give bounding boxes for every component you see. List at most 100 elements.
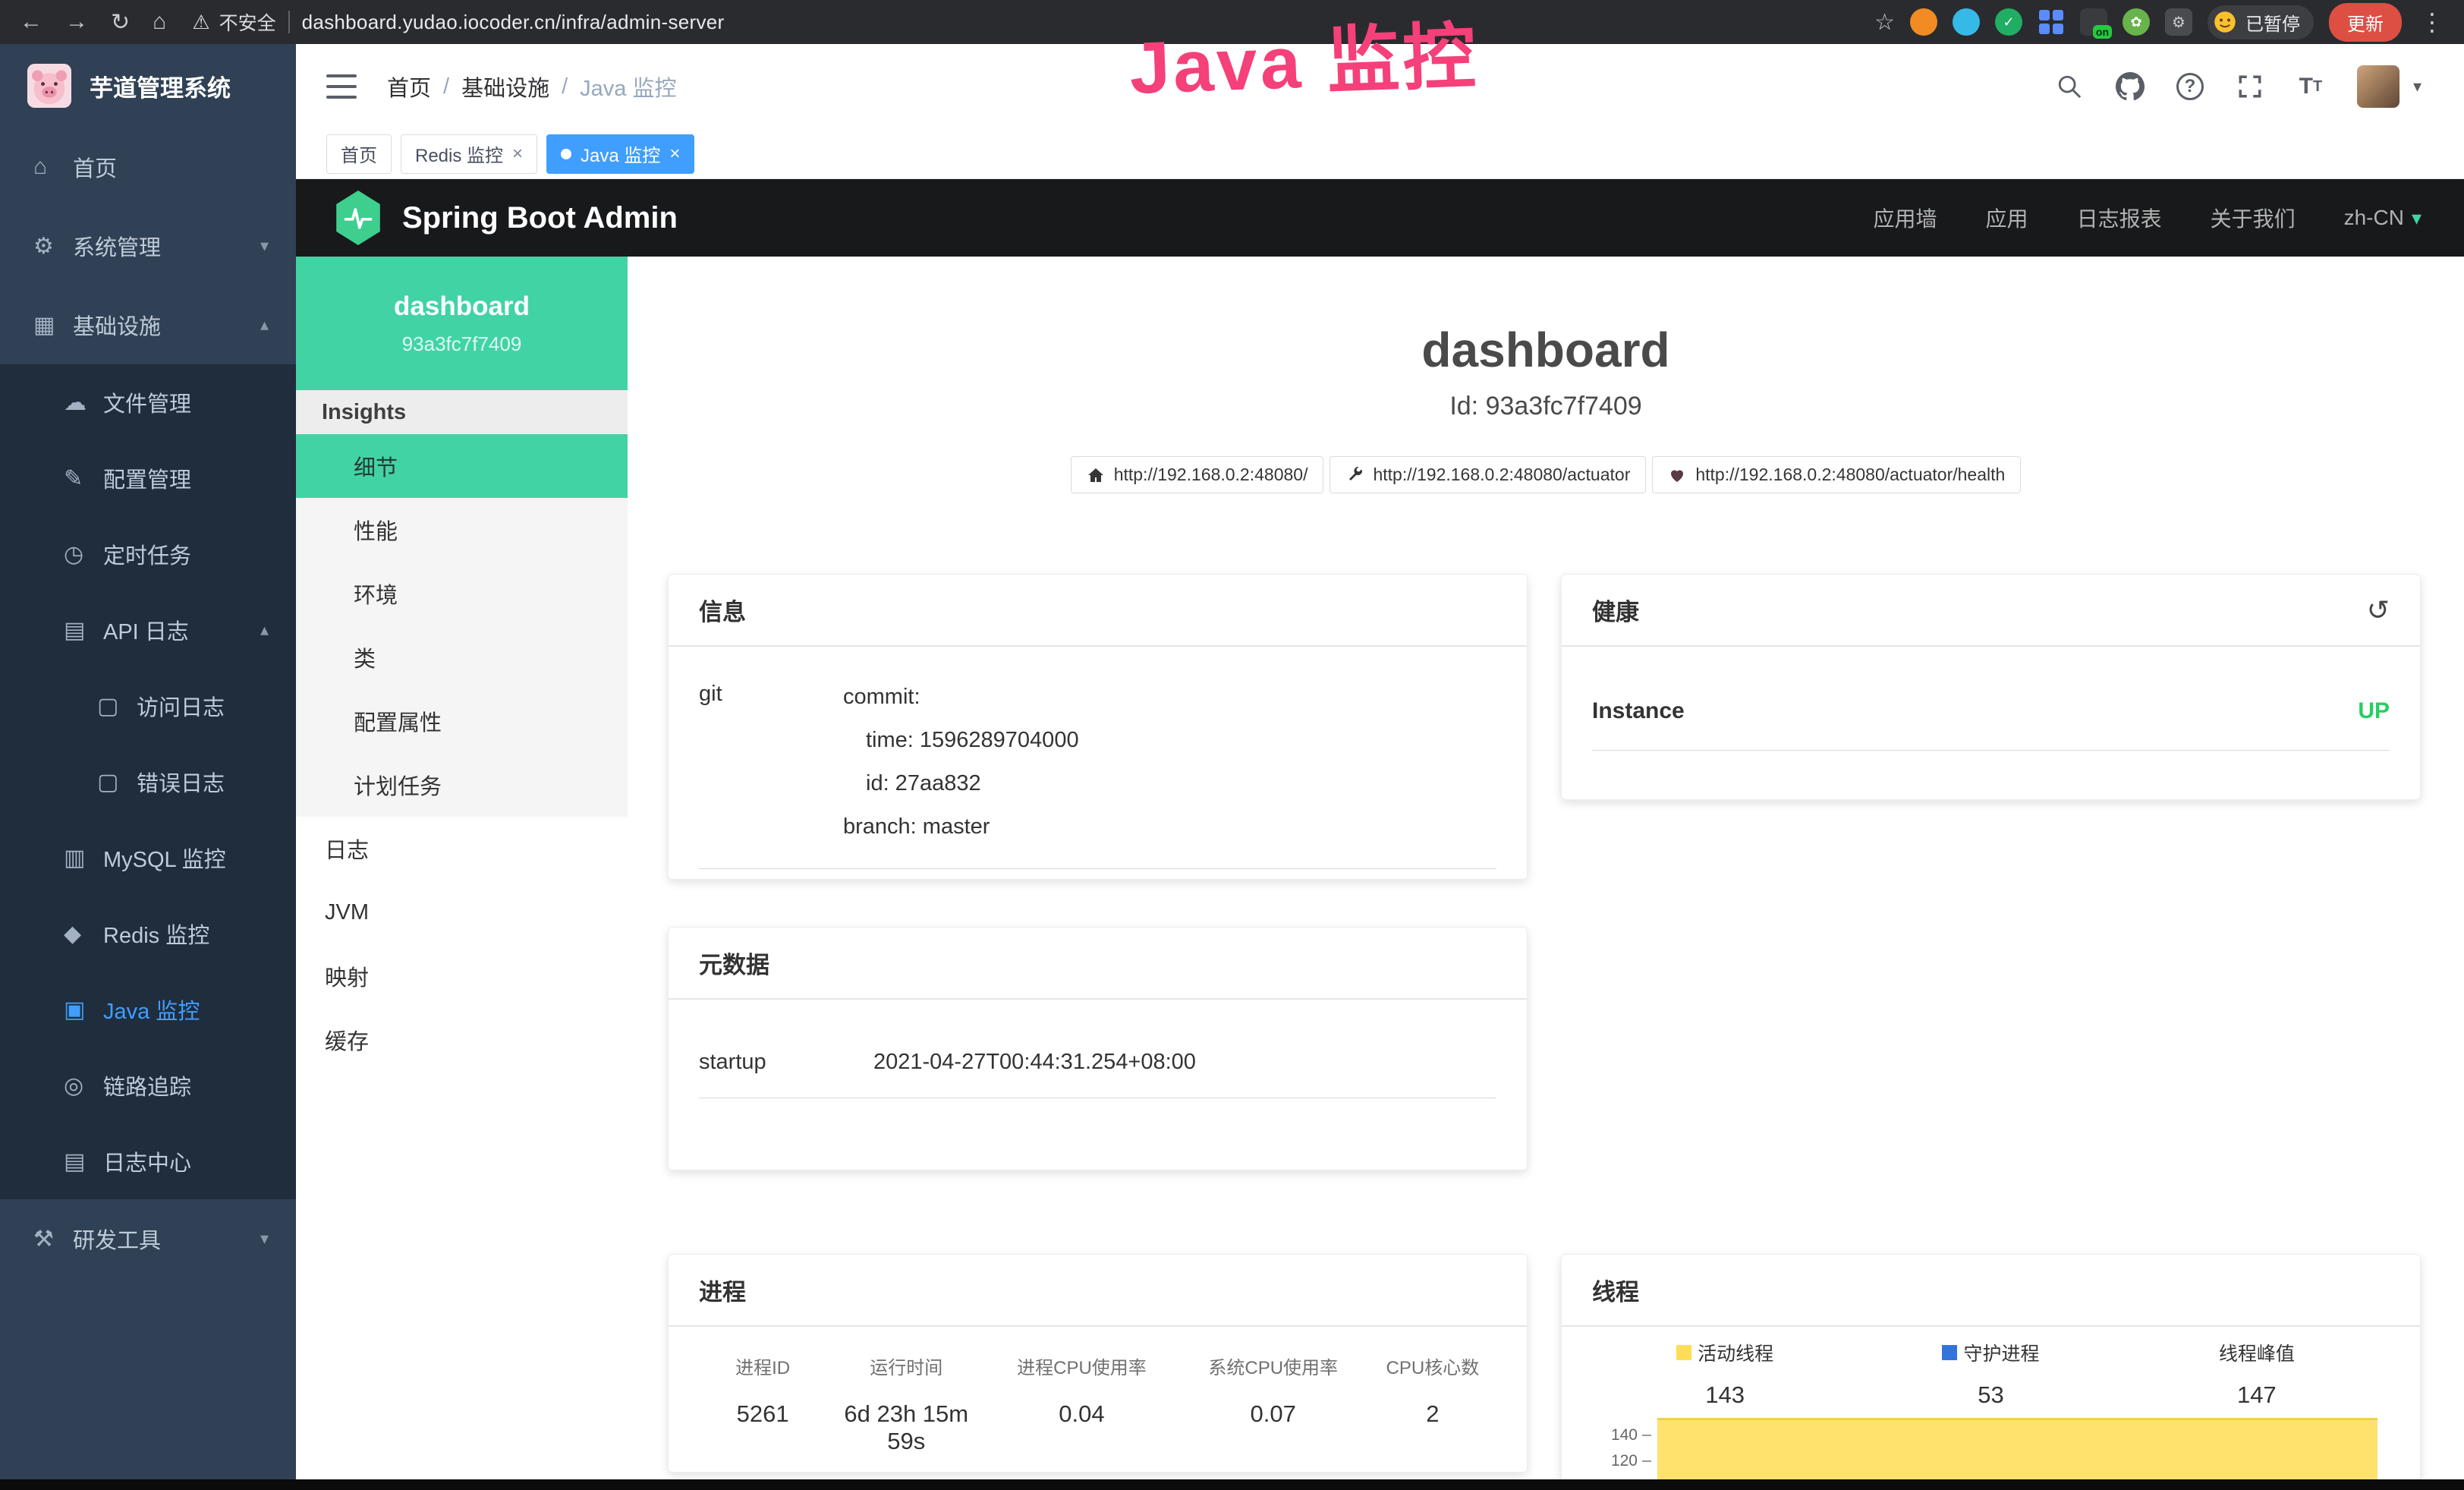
sba-item-jvm[interactable]: JVM <box>296 880 628 944</box>
actuator-url-link[interactable]: http://192.168.0.2:48080/actuator <box>1330 456 1646 493</box>
app-sidebar: 芋道管理系统 ⌂ 首页 ⚙ 系统管理 ▾ ▦ 基础设施 ▴ ☁ 文件管理 ✎ 配… <box>0 44 296 1490</box>
chevron-down-icon: ▾ <box>260 236 269 256</box>
extension-icon-orange[interactable] <box>1910 8 1937 36</box>
sidebar-item-log-center[interactable]: ▤ 日志中心 <box>0 1123 296 1199</box>
sidebar-item-api-log[interactable]: ▤ API 日志 ▴ <box>0 592 296 668</box>
font-size-icon[interactable]: TT <box>2296 72 2325 101</box>
health-url-link[interactable]: http://192.168.0.2:48080/actuator/health <box>1652 456 2021 493</box>
sidebar-item-infra[interactable]: ▦ 基础设施 ▴ <box>0 285 296 364</box>
warning-icon: ⚠ <box>192 11 209 34</box>
site-security[interactable]: ⚠ 不安全 <box>192 8 275 36</box>
forward-icon[interactable]: → <box>65 9 88 35</box>
sba-item-scheduled-tasks[interactable]: 计划任务 <box>296 753 628 817</box>
sba-nav-journal[interactable]: 日志报表 <box>2077 203 2162 233</box>
sba-header: Spring Boot Admin 应用墙 应用 日志报表 关于我们 zh-CN… <box>296 179 2464 257</box>
sidebar-item-dev-tools[interactable]: ⚒ 研发工具 ▾ <box>0 1199 296 1278</box>
sba-item-mappings[interactable]: 映射 <box>296 944 628 1008</box>
sidebar-item-job[interactable]: ◷ 定时任务 <box>0 516 296 592</box>
legend-value: 53 <box>1858 1381 2123 1409</box>
tab-close-icon[interactable]: × <box>512 143 523 165</box>
github-icon[interactable] <box>2116 72 2145 101</box>
avatar-caret-icon[interactable]: ▾ <box>2413 77 2422 96</box>
extension-icon-leaf[interactable]: ✿ <box>2123 8 2150 36</box>
process-card-header: 进程 <box>669 1255 1527 1327</box>
process-col-header: 进程CPU使用率 <box>986 1353 1177 1379</box>
legend-value: 143 <box>1592 1381 1858 1409</box>
fullscreen-icon[interactable] <box>2236 72 2264 101</box>
sba-item-logs[interactable]: 日志 <box>296 817 628 880</box>
home-icon <box>1087 466 1105 484</box>
breadcrumb-home[interactable]: 首页 <box>387 71 431 102</box>
legend-daemon-threads: 守护进程 53 <box>1858 1339 2123 1409</box>
collapse-menu-icon[interactable] <box>326 74 357 99</box>
sidebar-item-label: 日志中心 <box>103 1145 191 1177</box>
address-bar[interactable]: dashboard.yudao.iocoder.cn/infra/admin-s… <box>302 11 725 34</box>
app-logo[interactable]: 芋道管理系统 <box>0 44 296 128</box>
profile-paused-chip[interactable]: 已暂停 <box>2208 5 2314 39</box>
sidebar-item-config[interactable]: ✎ 配置管理 <box>0 440 296 516</box>
process-col-header: 系统CPU使用率 <box>1178 1353 1369 1379</box>
search-icon[interactable] <box>2055 72 2084 101</box>
threads-legend: 活动线程 143 守护进程 53 线程峰值 147 <box>1592 1339 2390 1409</box>
sba-locale-select[interactable]: zh-CN ▾ <box>2344 206 2422 230</box>
app-header: 首页 / 基础设施 / Java 监控 ? TT ▾ <box>296 44 2464 129</box>
sidebar-item-java-monitor[interactable]: ▣ Java 监控 <box>0 972 296 1047</box>
tab-java-monitor[interactable]: Java 监控 × <box>546 134 694 174</box>
info-card: 信息 git commit: time: 1596289704000 id: 2… <box>668 574 1528 880</box>
sba-item-caches[interactable]: 缓存 <box>296 1008 628 1072</box>
tab-home[interactable]: 首页 <box>326 134 392 174</box>
help-icon[interactable]: ? <box>2176 73 2204 100</box>
sba-item-configprops[interactable]: 配置属性 <box>296 689 628 753</box>
sidebar-item-access-log[interactable]: ▢ 访问日志 <box>0 668 296 744</box>
sidebar-item-redis[interactable]: ◆ Redis 监控 <box>0 896 296 972</box>
sidebar-item-error-log[interactable]: ▢ 错误日志 <box>0 744 296 820</box>
instance-header[interactable]: dashboard 93a3fc7f7409 <box>296 257 628 390</box>
process-card-title: 进程 <box>699 1273 746 1307</box>
sidebar-item-system[interactable]: ⚙ 系统管理 ▾ <box>0 206 296 285</box>
info-line: branch: master <box>843 805 1079 849</box>
locale-label: zh-CN <box>2344 206 2404 230</box>
sba-nav: 应用墙 应用 日志报表 关于我们 zh-CN ▾ <box>1874 203 2422 233</box>
sba-item-environment[interactable]: 环境 <box>296 562 628 625</box>
sba-logo-icon[interactable] <box>334 191 382 245</box>
infra-icon: ▦ <box>33 312 73 339</box>
process-card: 进程 进程ID5261 运行时间6d 23h 15m 59s 进程CPU使用率0… <box>668 1254 1528 1473</box>
chrome-update-button[interactable]: 更新 <box>2329 3 2402 42</box>
chevron-up-icon: ▴ <box>260 315 269 335</box>
extension-icon-grid[interactable] <box>2038 8 2065 36</box>
bookmark-star-icon[interactable]: ☆ <box>1874 9 1895 36</box>
doc-icon: ▢ <box>97 693 137 720</box>
browser-menu-icon[interactable]: ⋮ <box>2420 8 2444 36</box>
extension-icon-blue-drop[interactable] <box>1953 8 1980 36</box>
tab-redis-monitor[interactable]: Redis 监控 × <box>401 134 537 174</box>
extension-icon-green-check[interactable]: ✓ <box>1995 8 2022 36</box>
health-status-badge: UP <box>2358 698 2390 724</box>
sba-nav-applications[interactable]: 应用 <box>1986 203 2028 233</box>
page-title: dashboard <box>628 322 2464 378</box>
reload-icon[interactable]: ↻ <box>111 9 130 36</box>
breadcrumb-infra[interactable]: 基础设施 <box>461 71 549 102</box>
user-avatar[interactable] <box>2357 65 2399 108</box>
home-icon[interactable]: ⌂ <box>153 9 166 35</box>
sba-item-classes[interactable]: 类 <box>296 625 628 689</box>
sidebar-item-file[interactable]: ☁ 文件管理 <box>0 364 296 440</box>
sba-brand-title[interactable]: Spring Boot Admin <box>402 201 678 235</box>
history-icon[interactable]: ↺ <box>2367 594 2390 626</box>
health-instance-row: Instance UP <box>1592 666 2390 751</box>
extensions-puzzle-icon[interactable]: ⚙ <box>2165 8 2192 36</box>
sidebar-item-label: MySQL 监控 <box>103 842 226 874</box>
sidebar-item-trace[interactable]: ◎ 链路追踪 <box>0 1047 296 1123</box>
sba-item-details[interactable]: 细节 <box>296 434 628 498</box>
health-card: 健康 ↺ Instance UP <box>1561 574 2421 800</box>
sba-nav-about[interactable]: 关于我们 <box>2211 203 2296 233</box>
back-icon[interactable]: ← <box>20 9 42 35</box>
sidebar-item-label: 文件管理 <box>103 386 191 418</box>
process-col-header: 进程ID <box>699 1353 826 1379</box>
extension-icon-on[interactable]: on <box>2080 8 2107 36</box>
service-url-link[interactable]: http://192.168.0.2:48080/ <box>1071 456 1324 493</box>
sba-item-metrics[interactable]: 性能 <box>296 498 628 562</box>
tab-close-icon[interactable]: × <box>669 143 680 165</box>
sidebar-item-home[interactable]: ⌂ 首页 <box>0 128 296 206</box>
sidebar-item-mysql[interactable]: ▥ MySQL 监控 <box>0 820 296 896</box>
sba-nav-wall[interactable]: 应用墙 <box>1874 203 1937 233</box>
